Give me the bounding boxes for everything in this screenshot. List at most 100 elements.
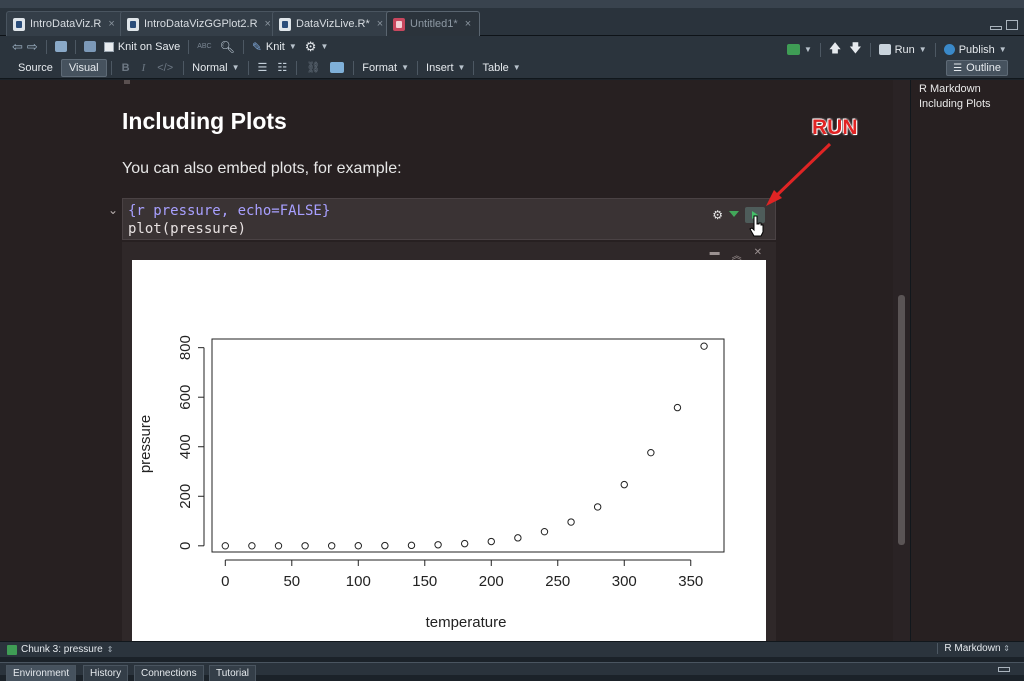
forward-arrow-icon[interactable]: ⇨ bbox=[27, 39, 38, 55]
spellcheck-button[interactable]: ABC bbox=[193, 43, 215, 50]
editor-scrollbar[interactable] bbox=[893, 80, 910, 641]
chunk-output: ▬ ︽ ✕ 0 50 100 150 200 250 300 350 0 200 400 600 800… bbox=[122, 242, 776, 641]
data-point bbox=[593, 503, 602, 511]
save-button[interactable] bbox=[80, 41, 100, 52]
hand-cursor-icon bbox=[749, 215, 764, 237]
tab-label: IntroDataViz.R bbox=[30, 18, 102, 30]
chevron-down-icon[interactable]: ⌄ bbox=[108, 203, 118, 217]
document-mode-label: R Markdown bbox=[944, 643, 1001, 654]
data-point bbox=[381, 541, 389, 550]
outline-item-including-plots[interactable]: Including Plots bbox=[919, 98, 991, 110]
outline-icon: ☰ bbox=[953, 62, 963, 74]
close-icon[interactable]: × bbox=[108, 18, 114, 30]
run-label: Run bbox=[894, 43, 915, 56]
outline-toggle-button[interactable]: ☰ Outline bbox=[946, 60, 1008, 76]
editor-toolbar: ⇦ ⇨ Knit on Save ABC 🔍︎ ✎ Knit ▼ ⚙ ▼ ▼ 🡅… bbox=[0, 36, 1024, 57]
data-point bbox=[274, 542, 283, 550]
chunk-code[interactable]: {r pressure, echo=FALSE} plot(pressure) bbox=[128, 202, 330, 238]
toolbar-divider bbox=[819, 42, 821, 57]
close-icon[interactable]: × bbox=[265, 18, 271, 30]
tab-datavizlive[interactable]: DataVizLive.R* × bbox=[272, 11, 393, 36]
knit-on-save-toggle[interactable]: Knit on Save bbox=[100, 41, 184, 53]
document-mode[interactable]: R Markdown ⇕ bbox=[937, 643, 1010, 654]
chunk-indicator[interactable]: Chunk 3: pressure bbox=[21, 644, 103, 655]
code-chunk[interactable]: {r pressure, echo=FALSE} plot(pressure) … bbox=[122, 198, 776, 240]
r-script-icon bbox=[279, 17, 291, 31]
tab-introdatavizggplot2[interactable]: IntroDataVizGGPlot2.R × bbox=[120, 11, 280, 36]
x-tick-label: 250 bbox=[545, 573, 570, 590]
gear-icon: ⚙ bbox=[304, 38, 317, 54]
code-icon[interactable]: </> bbox=[157, 62, 173, 74]
maximize-icon[interactable] bbox=[1006, 20, 1018, 30]
chevron-down-icon: ▼ bbox=[288, 42, 297, 51]
y-tick-label: 400 bbox=[177, 434, 194, 459]
close-icon[interactable]: × bbox=[465, 18, 471, 30]
minimize-icon[interactable] bbox=[990, 26, 1002, 30]
link-icon[interactable]: ⛓ bbox=[306, 61, 320, 74]
data-point bbox=[221, 542, 229, 550]
minimize-icon[interactable] bbox=[998, 667, 1010, 672]
format-menu[interactable]: Format ▼ bbox=[358, 62, 413, 74]
back-arrow-icon[interactable]: ⇦ bbox=[12, 39, 23, 55]
data-point bbox=[673, 403, 682, 412]
source-mode-button[interactable]: Source bbox=[10, 59, 61, 77]
image-icon[interactable] bbox=[330, 62, 345, 73]
editor-tab-bar: IntroDataViz.R × IntroDataVizGGPlot2.R ×… bbox=[0, 8, 1024, 36]
numbered-list-icon[interactable]: ☷ bbox=[277, 61, 287, 74]
run-lines-icon bbox=[878, 44, 891, 55]
scrollbar-thumb[interactable] bbox=[898, 295, 905, 545]
toolbar-divider bbox=[74, 39, 76, 54]
chevron-down-icon: ▼ bbox=[512, 63, 521, 72]
tab-connections[interactable]: Connections bbox=[134, 665, 204, 681]
find-button[interactable]: 🔍︎ bbox=[216, 40, 239, 54]
publish-button[interactable]: Publish ▼ bbox=[940, 44, 1011, 56]
close-icon[interactable]: × bbox=[377, 18, 383, 30]
chunk-header: {r pressure, echo=FALSE} bbox=[128, 203, 331, 219]
chevron-down-icon: ▼ bbox=[231, 63, 240, 72]
bullet-list-icon[interactable]: ☰ bbox=[258, 61, 268, 74]
tab-untitled1[interactable]: Untitled1* × bbox=[386, 11, 481, 36]
x-tick-label: 150 bbox=[412, 573, 437, 590]
data-point bbox=[301, 542, 309, 550]
tab-environment[interactable]: Environment bbox=[6, 665, 77, 681]
updown-icon: ⇕ bbox=[1003, 644, 1010, 653]
data-point bbox=[620, 480, 628, 489]
toolbar-divider bbox=[473, 60, 475, 75]
y-tick-label: 600 bbox=[177, 385, 194, 410]
insert-chunk-button[interactable]: ▼ bbox=[783, 44, 816, 55]
rstudio-window: IntroDataViz.R × IntroDataVizGGPlot2.R ×… bbox=[0, 0, 1024, 681]
tab-label: Untitled1* bbox=[410, 18, 458, 30]
outline-label: Outline bbox=[966, 62, 1001, 74]
tab-history[interactable]: History bbox=[83, 665, 129, 681]
italic-icon[interactable]: I bbox=[142, 62, 146, 74]
publish-label: Publish bbox=[958, 43, 995, 56]
outline-item-r-markdown[interactable]: R Markdown bbox=[919, 83, 981, 95]
data-point bbox=[434, 541, 442, 549]
settings-button[interactable]: ⚙ ▼ bbox=[301, 39, 333, 55]
block-style-dropdown[interactable]: Normal ▼ bbox=[188, 62, 243, 74]
title-strip bbox=[0, 0, 1024, 8]
x-axis-label: temperature bbox=[426, 614, 507, 631]
run-previous-chunks-icon[interactable] bbox=[729, 211, 739, 219]
body-paragraph[interactable]: You can also embed plots, for example: bbox=[122, 160, 402, 178]
visual-mode-button[interactable]: Visual bbox=[60, 58, 107, 77]
insert-menu[interactable]: Insert ▼ bbox=[422, 62, 469, 74]
toolbar-divider bbox=[110, 60, 112, 75]
toolbar-divider bbox=[934, 42, 936, 57]
y-tick-label: 800 bbox=[177, 335, 194, 360]
table-menu[interactable]: Table ▼ bbox=[478, 62, 524, 74]
show-in-window-button[interactable] bbox=[51, 41, 71, 52]
y-tick-label: 0 bbox=[177, 542, 194, 550]
tab-tutorial[interactable]: Tutorial bbox=[209, 665, 256, 681]
chevron-down-icon: ▼ bbox=[998, 45, 1007, 54]
run-button[interactable]: Run ▼ bbox=[875, 44, 931, 56]
gear-icon[interactable]: ⚙ bbox=[712, 208, 723, 222]
section-heading[interactable]: Including Plots bbox=[122, 108, 287, 135]
visual-editor[interactable]: Including Plots You can also embed plots… bbox=[0, 80, 910, 641]
knit-on-save-label: Knit on Save bbox=[117, 40, 181, 53]
knit-button[interactable]: ✎ Knit ▼ bbox=[248, 40, 301, 54]
checkbox-icon[interactable] bbox=[103, 41, 114, 52]
toolbar-divider bbox=[296, 60, 298, 75]
bold-icon[interactable]: B bbox=[122, 62, 130, 74]
tab-introdataviz[interactable]: IntroDataViz.R × bbox=[6, 11, 124, 36]
